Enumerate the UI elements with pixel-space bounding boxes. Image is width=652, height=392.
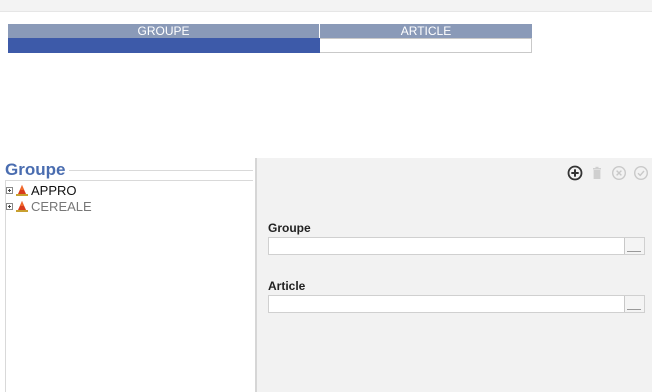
- groupe-field-label: Groupe: [268, 221, 311, 235]
- trash-icon: [593, 166, 601, 179]
- plus-circle-icon: [567, 165, 583, 181]
- cone-icon: [16, 184, 28, 196]
- delete-button[interactable]: [586, 164, 608, 182]
- groupe-field[interactable]: [268, 237, 645, 255]
- confirm-button[interactable]: [630, 164, 652, 182]
- cell-article[interactable]: [320, 38, 532, 53]
- add-button[interactable]: [564, 164, 586, 182]
- tree-item-appro[interactable]: APPRO: [6, 182, 77, 198]
- grid-header: GROUPE ARTICLE: [8, 24, 532, 38]
- cone-icon: [16, 200, 28, 212]
- table-row[interactable]: [8, 38, 532, 53]
- column-header-groupe[interactable]: GROUPE: [8, 24, 320, 38]
- tree-item-label: APPRO: [31, 182, 77, 198]
- x-circle-icon: [611, 165, 627, 181]
- cell-groupe[interactable]: [8, 38, 320, 53]
- expand-icon[interactable]: [6, 202, 13, 210]
- tree-item-label: CEREALE: [31, 198, 92, 214]
- groupe-tree-panel: Groupe APPRO CEREALE: [0, 158, 257, 392]
- form-toolbar: [564, 164, 652, 182]
- data-grid: GROUPE ARTICLE: [8, 24, 532, 53]
- article-field[interactable]: [268, 295, 645, 313]
- panel-title: Groupe: [5, 160, 70, 180]
- cancel-button[interactable]: [608, 164, 630, 182]
- top-strip: [0, 0, 652, 12]
- article-field-label: Article: [268, 279, 306, 293]
- check-circle-icon: [633, 165, 649, 181]
- article-lookup-button[interactable]: [624, 296, 644, 312]
- form-panel: Groupe Article: [257, 158, 652, 392]
- groupe-lookup-button[interactable]: [624, 238, 644, 254]
- column-header-article[interactable]: ARTICLE: [320, 24, 532, 38]
- tree-item-cereale[interactable]: CEREALE: [6, 198, 92, 214]
- expand-icon[interactable]: [6, 186, 13, 194]
